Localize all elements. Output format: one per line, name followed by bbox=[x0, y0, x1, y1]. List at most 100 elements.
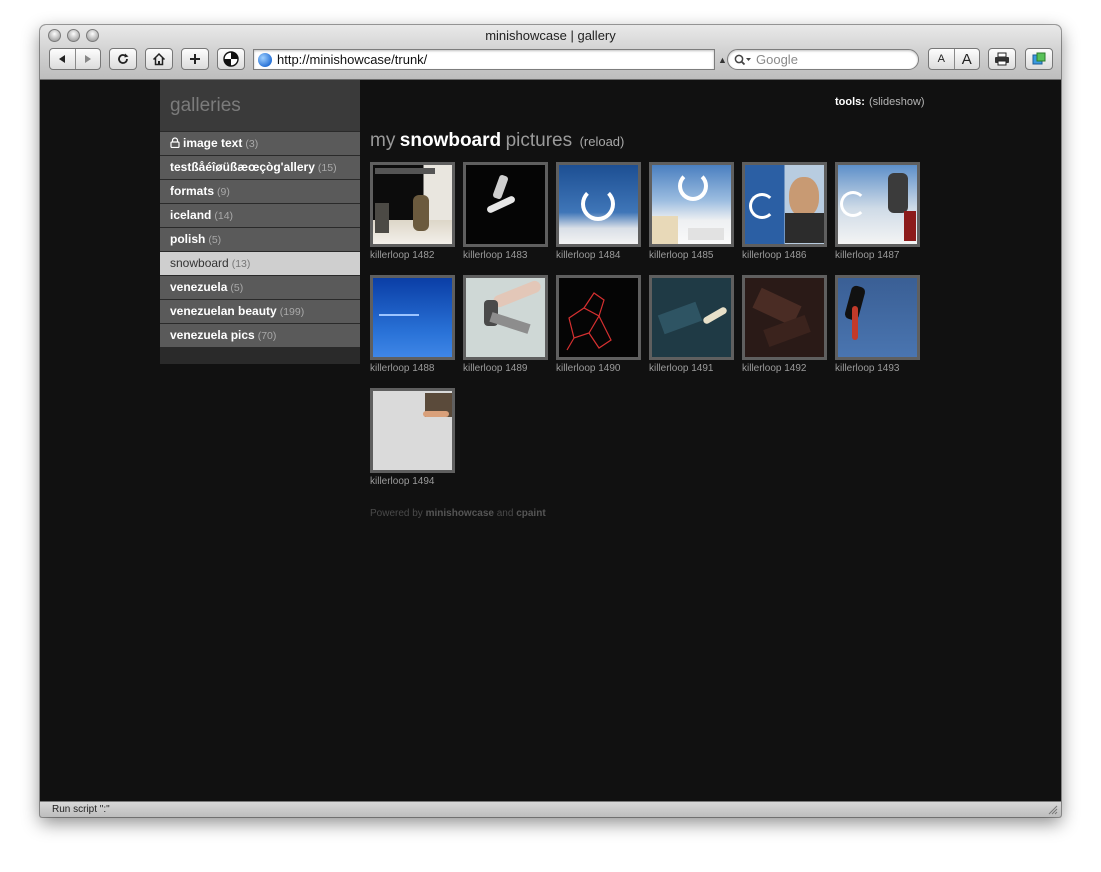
address-dropdown-icon[interactable]: ▲ bbox=[718, 55, 727, 65]
cpaint-link[interactable]: cpaint bbox=[516, 508, 545, 519]
gallery-label: testßåéîøüßæœçòg'allery bbox=[170, 160, 315, 174]
sidebar-item-iceland[interactable]: iceland (14) bbox=[160, 204, 360, 227]
heading-gallery-name: snowboard bbox=[399, 130, 502, 151]
red-wireframe-graphic bbox=[566, 292, 612, 351]
gallery-list: image text (3) testßåéîøüßæœçòg'allery (15… bbox=[160, 132, 360, 347]
image-detail bbox=[657, 301, 703, 335]
gallery-label: snowboard bbox=[170, 256, 229, 270]
thumbnail-item[interactable]: killerloop 1486 bbox=[742, 162, 827, 261]
sidebar-item-image-text[interactable]: image text (3) bbox=[160, 132, 360, 155]
thumbnail-image[interactable] bbox=[835, 162, 920, 247]
gallery-count: (199) bbox=[279, 306, 305, 318]
search-field[interactable]: Google bbox=[727, 49, 919, 70]
heading-my: my bbox=[370, 130, 396, 151]
thumbnail-item[interactable]: killerloop 1491 bbox=[649, 275, 734, 374]
thumbnail-item[interactable]: killerloop 1490 bbox=[556, 275, 641, 374]
reload-link[interactable]: (reload) bbox=[580, 134, 625, 149]
thumbnail-image[interactable] bbox=[649, 275, 734, 360]
sidebar-item-test-gallery[interactable]: testßåéîøüßæœçòg'allery (15) bbox=[160, 156, 360, 179]
thumbnail-caption: killerloop 1485 bbox=[649, 250, 714, 261]
extension-button[interactable] bbox=[217, 48, 245, 70]
thumbnail-caption: killerloop 1483 bbox=[463, 250, 528, 261]
thumbnail-item[interactable]: killerloop 1494 bbox=[370, 388, 455, 487]
thumbnail-item[interactable]: killerloop 1487 bbox=[835, 162, 920, 261]
address-text: http://minishowcase/trunk/ bbox=[277, 52, 428, 67]
thumbnail-image[interactable] bbox=[742, 275, 827, 360]
thumbnail-caption: killerloop 1484 bbox=[556, 250, 621, 261]
back-button[interactable] bbox=[50, 49, 75, 69]
image-detail bbox=[789, 177, 819, 217]
text-smaller-button[interactable]: A bbox=[929, 53, 954, 65]
minishowcase-link[interactable]: minishowcase bbox=[426, 508, 494, 519]
sidebar-item-snowboard[interactable]: snowboard (13) bbox=[160, 252, 360, 275]
thumbnail-caption: killerloop 1488 bbox=[370, 363, 435, 374]
thumbnail-caption: killerloop 1487 bbox=[835, 250, 900, 261]
thumbnail-image[interactable] bbox=[835, 275, 920, 360]
image-detail bbox=[491, 279, 543, 309]
address-bar[interactable]: http://minishowcase/trunk/ bbox=[253, 49, 715, 70]
forward-button[interactable] bbox=[76, 49, 101, 69]
site-globe-icon bbox=[258, 52, 272, 67]
thumbnail-item[interactable]: killerloop 1492 bbox=[742, 275, 827, 374]
text-bigger-button[interactable]: A bbox=[955, 51, 980, 68]
thumbnail-image[interactable] bbox=[742, 162, 827, 247]
thumbnail-item[interactable]: killerloop 1485 bbox=[649, 162, 734, 261]
checkered-circle-icon bbox=[223, 51, 239, 67]
tools-bar: tools: (slideshow) bbox=[835, 96, 925, 108]
gallery-count: (70) bbox=[257, 330, 277, 342]
image-detail bbox=[423, 411, 449, 417]
thumbnail-item[interactable]: killerloop 1484 bbox=[556, 162, 641, 261]
thumbnail-image[interactable] bbox=[463, 162, 548, 247]
resize-grip-icon[interactable] bbox=[1047, 804, 1058, 815]
image-detail bbox=[492, 174, 509, 200]
image-detail bbox=[678, 171, 708, 201]
thumbnail-image[interactable] bbox=[556, 162, 641, 247]
thumbnail-item[interactable]: killerloop 1483 bbox=[463, 162, 548, 261]
thumbnail-image[interactable] bbox=[463, 275, 548, 360]
gallery-label: iceland bbox=[170, 208, 212, 222]
back-arrow-icon bbox=[59, 55, 66, 63]
image-detail bbox=[852, 306, 858, 340]
thumbnail-item[interactable]: killerloop 1488 bbox=[370, 275, 455, 374]
windows-icon bbox=[1032, 52, 1046, 65]
thumbnail-item[interactable]: killerloop 1482 bbox=[370, 162, 455, 261]
image-detail bbox=[375, 203, 389, 233]
sidebar-item-venezuelan-beauty[interactable]: venezuelan beauty (199) bbox=[160, 300, 360, 323]
plus-icon bbox=[190, 54, 200, 64]
reload-icon bbox=[118, 53, 129, 64]
image-detail bbox=[379, 314, 419, 316]
thumbnail-image[interactable] bbox=[370, 275, 455, 360]
home-icon bbox=[152, 52, 166, 66]
home-button[interactable] bbox=[145, 48, 173, 70]
thumbnail-image[interactable] bbox=[556, 275, 641, 360]
thumbnail-image[interactable] bbox=[370, 388, 455, 473]
print-button[interactable] bbox=[988, 48, 1016, 70]
gallery-label: venezuela bbox=[170, 280, 228, 294]
thumbnail-item[interactable]: killerloop 1493 bbox=[835, 275, 920, 374]
image-detail bbox=[375, 168, 435, 174]
add-bookmark-button[interactable] bbox=[181, 48, 209, 70]
image-detail bbox=[785, 213, 824, 243]
thumbnail-caption: killerloop 1494 bbox=[370, 476, 435, 487]
sidebar-item-formats[interactable]: formats (9) bbox=[160, 180, 360, 203]
thumbnail-image[interactable] bbox=[370, 162, 455, 247]
sidebar-item-venezuela[interactable]: venezuela (5) bbox=[160, 276, 360, 299]
gallery-label: image text bbox=[183, 136, 243, 150]
sidebar-item-venezuela-pics[interactable]: venezuela pics (70) bbox=[160, 324, 360, 347]
slideshow-link[interactable]: (slideshow) bbox=[869, 96, 925, 108]
gallery-label: formats bbox=[170, 184, 215, 198]
gallery-count: (13) bbox=[231, 258, 251, 270]
gallery-label: venezuelan beauty bbox=[170, 304, 277, 318]
thumbnail-item[interactable]: killerloop 1489 bbox=[463, 275, 548, 374]
image-detail bbox=[413, 195, 429, 231]
extra-tool-button[interactable] bbox=[1025, 48, 1053, 70]
gallery-count: (9) bbox=[217, 186, 230, 198]
printer-icon bbox=[995, 52, 1009, 66]
thumbnail-image[interactable] bbox=[649, 162, 734, 247]
thumbnail-caption: killerloop 1490 bbox=[556, 363, 621, 374]
back-forward-buttons bbox=[49, 48, 101, 70]
gallery-count: (5) bbox=[230, 282, 244, 294]
powered-and: and bbox=[496, 508, 514, 519]
sidebar-item-polish[interactable]: polish (5) bbox=[160, 228, 360, 251]
reload-button[interactable] bbox=[109, 48, 137, 70]
